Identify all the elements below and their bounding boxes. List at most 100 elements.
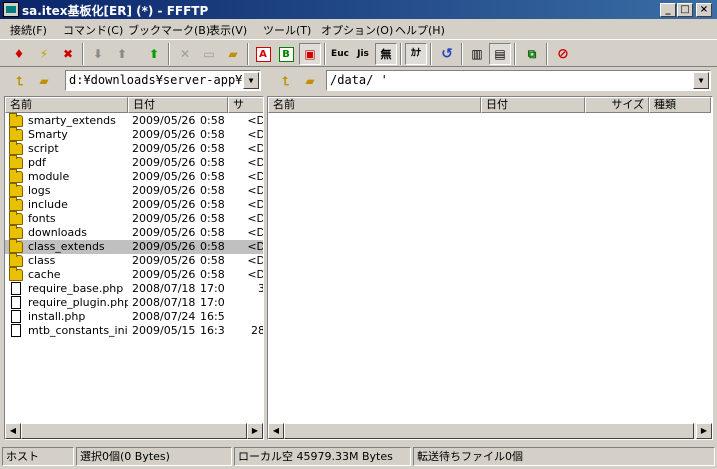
scroll-thumb[interactable] xyxy=(21,423,247,439)
scroll-left-icon[interactable]: ◀ xyxy=(5,423,21,439)
sync-folders-icon[interactable]: ⧉ xyxy=(521,43,543,65)
refresh-icon[interactable]: ↺ xyxy=(436,43,458,65)
remote-parent-folder-icon[interactable]: ⮤ xyxy=(276,71,296,91)
local-file-row[interactable]: logs 2009/05/26 0:58 <D xyxy=(5,183,263,198)
local-file-row[interactable]: require_plugin.php 2008/07/18 17:05 xyxy=(5,296,263,310)
local-path-input[interactable]: d:¥downloads¥server-app¥ec ▼ xyxy=(65,70,261,91)
file-time: 0:58 xyxy=(200,142,224,155)
toolbar-separator xyxy=(400,43,402,65)
maximize-button[interactable]: □ xyxy=(677,3,693,17)
remote-file-list[interactable]: 名前 日付 サイズ 種類 ◀ ▶ xyxy=(267,96,713,440)
rename-icon[interactable]: ▭ xyxy=(198,43,220,65)
menu-view[interactable]: 表示(V) xyxy=(209,22,247,38)
file-name: require_plugin.php xyxy=(28,296,128,309)
detail-view-icon[interactable]: ▤ xyxy=(489,43,511,65)
local-file-row[interactable]: fonts 2009/05/26 0:58 <D xyxy=(5,211,264,226)
stop-icon[interactable]: ⊘ xyxy=(552,43,574,65)
file-icon xyxy=(11,282,21,295)
local-col-date[interactable]: 日付 xyxy=(128,97,228,113)
local-file-row[interactable]: script 2009/05/26 0:58 <D xyxy=(5,141,263,156)
remote-path-dropdown-icon[interactable]: ▼ xyxy=(693,72,709,89)
remote-col-date[interactable]: 日付 xyxy=(481,97,585,113)
menu-bookmark[interactable]: ブックマーク(B) xyxy=(128,22,210,38)
local-file-row[interactable]: pdf 2009/05/26 0:58 <D xyxy=(5,155,263,170)
auto-mode-icon[interactable]: ▣ xyxy=(299,43,321,65)
local-file-row[interactable]: smarty_extends 2009/05/26 0:58 <D xyxy=(5,113,263,128)
binary-mode-button[interactable]: B xyxy=(275,43,297,65)
remote-col-size[interactable]: サイズ xyxy=(585,97,649,113)
mkdir-icon[interactable]: ▰ xyxy=(222,43,244,65)
file-size: <D xyxy=(247,128,264,141)
kana-button[interactable]: ｶﾅ xyxy=(405,43,427,65)
local-file-row[interactable]: install.php 2008/07/24 16:50 xyxy=(5,310,263,324)
local-col-size[interactable]: サ xyxy=(228,97,263,113)
status-local-free: ローカル空 45979.33M Bytes xyxy=(234,447,411,466)
upload-icon[interactable]: ⬆ xyxy=(111,43,133,65)
local-path-dropdown-icon[interactable]: ▼ xyxy=(243,72,259,89)
menu-connect[interactable]: 接続(F) xyxy=(10,22,47,38)
mirror-upload-icon[interactable]: ⬆ xyxy=(143,43,165,65)
local-file-row[interactable]: class 2009/05/26 0:58 <D xyxy=(5,253,263,268)
remote-col-type[interactable]: 種類 xyxy=(649,97,711,113)
folder-icon xyxy=(9,239,23,253)
jis-button[interactable]: Jis xyxy=(352,43,374,65)
remote-path-input[interactable]: /data/ ' ▼ xyxy=(326,70,711,91)
file-name: Smarty xyxy=(28,128,68,141)
local-file-list[interactable]: 名前 日付 サ smarty_extends 2009/05/26 0:58 <D Sm… xyxy=(4,96,264,440)
local-file-row[interactable]: require_base.php 2008/07/18 17:05 3 xyxy=(5,282,263,296)
quick-connect-icon[interactable]: ⚡ xyxy=(33,43,55,65)
scroll-thumb[interactable] xyxy=(284,423,694,439)
folder-icon xyxy=(9,183,23,197)
menu-tools[interactable]: ツール(T) xyxy=(263,22,311,38)
scroll-right-icon[interactable]: ▶ xyxy=(696,423,712,439)
status-selection: 選択0個(0 Bytes) xyxy=(76,447,232,466)
file-size: <D xyxy=(247,240,264,253)
folder-icon xyxy=(9,141,23,155)
menu-bar: 接続(F) コマンド(C) ブックマーク(B) 表示(V) ツール(T) オプシ… xyxy=(0,19,717,38)
list-view-icon[interactable]: ▥ xyxy=(466,43,488,65)
connect-icon[interactable]: ♦ xyxy=(8,43,30,65)
remote-col-name[interactable]: 名前 xyxy=(268,97,481,113)
file-name: logs xyxy=(28,184,51,197)
file-time: 0:58 xyxy=(200,170,224,183)
delete-icon[interactable]: ✕ xyxy=(174,43,196,65)
no-conversion-button[interactable]: 無 xyxy=(375,43,397,65)
minimize-button[interactable]: _ xyxy=(660,3,676,17)
ascii-mode-button[interactable]: A xyxy=(252,43,274,65)
menu-command[interactable]: コマンド(C) xyxy=(63,22,123,38)
menu-help[interactable]: ヘルプ(H) xyxy=(395,22,445,38)
local-file-row[interactable]: downloads 2009/05/26 0:58 <D xyxy=(5,225,263,240)
euc-button[interactable]: Euc xyxy=(329,43,351,65)
file-time: 16:50 xyxy=(200,310,224,323)
local-open-folder-icon[interactable]: ▰ xyxy=(34,71,54,91)
remote-horizontal-scrollbar[interactable]: ◀ ▶ xyxy=(268,423,712,439)
menu-options[interactable]: オプション(O) xyxy=(321,22,393,38)
file-size: <D xyxy=(247,212,264,225)
local-file-row[interactable]: Smarty 2009/05/26 0:58 <D xyxy=(5,127,264,142)
file-date: 2009/05/26 xyxy=(132,268,196,281)
remote-path-text: /data/ ' xyxy=(330,73,388,87)
local-file-row[interactable]: include 2009/05/26 0:58 <D xyxy=(5,197,263,212)
file-date: 2008/07/24 xyxy=(132,310,196,323)
local-file-row[interactable]: module 2009/05/26 0:58 <D xyxy=(5,169,263,184)
folder-icon xyxy=(9,253,23,267)
download-icon[interactable]: ⬇ xyxy=(87,43,109,65)
scroll-right-icon[interactable]: ▶ xyxy=(247,423,263,439)
file-date: 2008/07/18 xyxy=(132,296,196,309)
status-queue: 転送待ちファイル0個 xyxy=(413,447,715,466)
close-button[interactable]: × xyxy=(696,3,712,17)
remote-open-folder-icon[interactable]: ▰ xyxy=(300,71,320,91)
folder-icon xyxy=(9,197,23,211)
local-file-row[interactable]: mtb_constants_ini... 2009/05/15 16:30 28 xyxy=(5,324,263,338)
local-file-row[interactable]: cache 2009/05/26 0:58 <D xyxy=(5,267,263,282)
file-name: mtb_constants_ini... xyxy=(28,324,128,337)
local-parent-folder-icon[interactable]: ⮤ xyxy=(10,71,30,91)
local-file-row[interactable]: class_extends 2009/05/26 0:58 <D xyxy=(5,239,264,254)
scroll-left-icon[interactable]: ◀ xyxy=(268,423,284,439)
disconnect-icon[interactable]: ✖ xyxy=(57,43,79,65)
local-horizontal-scrollbar[interactable]: ◀ ▶ xyxy=(5,423,263,439)
local-col-name[interactable]: 名前 xyxy=(5,97,128,113)
folder-icon xyxy=(9,155,23,169)
local-path-text: d:¥downloads¥server-app¥ec xyxy=(69,73,257,87)
file-time: 0:58 xyxy=(200,184,224,197)
